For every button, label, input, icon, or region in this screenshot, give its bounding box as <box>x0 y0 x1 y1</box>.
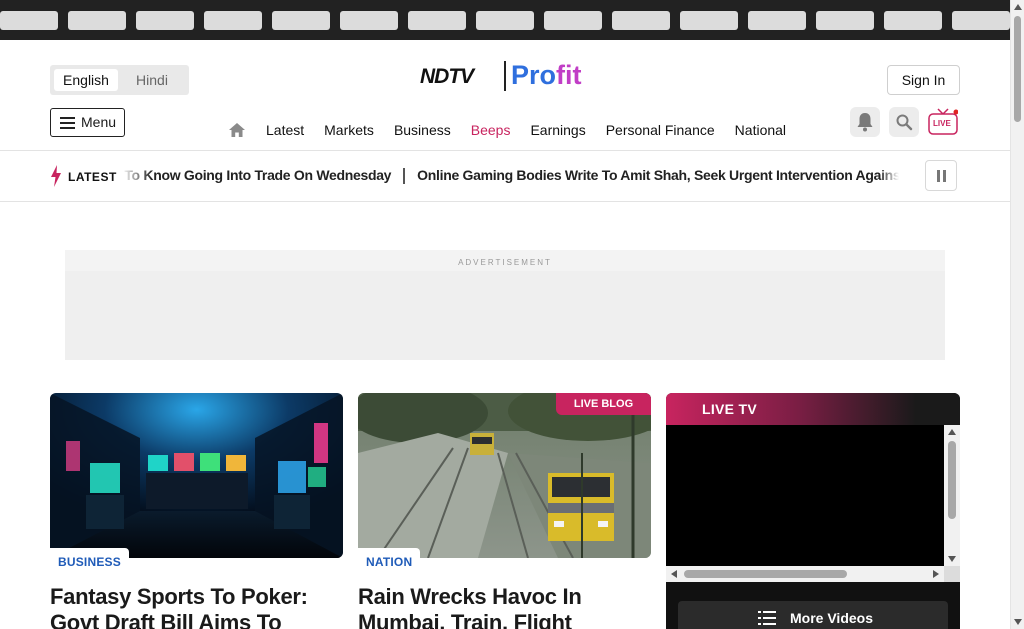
nav-item-personal-finance[interactable]: Personal Finance <box>606 122 715 138</box>
logo-ndtv-text: NDTV <box>420 65 474 88</box>
story-image-arcade[interactable] <box>50 393 343 558</box>
hamburger-icon <box>60 117 75 129</box>
top-quick-links-strip <box>0 0 1010 40</box>
scrollbar-thumb[interactable] <box>684 570 847 578</box>
live-tv-player[interactable] <box>666 425 944 566</box>
nav-item-national[interactable]: National <box>735 122 786 138</box>
live-badge-text: LIVE <box>933 119 951 128</box>
quick-link-placeholder[interactable] <box>0 11 58 30</box>
story-title[interactable]: Fantasy Sports To Poker: Govt Draft Bill… <box>50 584 343 629</box>
ticker-divider <box>0 201 1010 202</box>
scrollbar-thumb[interactable] <box>1014 16 1021 122</box>
live-tv-widget: LIVE TV More Videos <box>666 393 960 629</box>
story-image-flooded-railway[interactable]: LIVE BLOG <box>358 393 651 558</box>
quick-link-placeholder[interactable] <box>204 11 262 30</box>
logo-profit-part-b: fit <box>556 60 582 90</box>
advertisement-label: ADVERTISEMENT <box>458 258 552 267</box>
quick-link-placeholder[interactable] <box>272 11 330 30</box>
nav-item-earnings[interactable]: Earnings <box>530 122 585 138</box>
nav-item-markets[interactable]: Markets <box>324 122 374 138</box>
menu-label: Menu <box>81 114 117 130</box>
quick-link-placeholder[interactable] <box>544 11 602 30</box>
ticker-inner: ed To Know Going Into Trade On Wednesday… <box>122 167 899 185</box>
ticker-item[interactable]: Online Gaming Bodies Write To Amit Shah,… <box>417 167 899 183</box>
ticker-label: LATEST <box>68 170 117 184</box>
live-tv-title: LIVE TV <box>702 401 757 417</box>
sign-in-button[interactable]: Sign In <box>887 65 960 95</box>
more-videos-button[interactable]: More Videos <box>678 601 948 629</box>
ticker-fade-right <box>879 165 899 187</box>
logo-profit-text: Profit <box>511 60 582 91</box>
live-tv-button[interactable]: LIVE <box>928 108 959 135</box>
menu-button[interactable]: Menu <box>50 108 125 137</box>
page-scrollbar[interactable] <box>1010 0 1024 629</box>
scroll-down-icon[interactable] <box>1014 619 1022 625</box>
language-hindi-button[interactable]: Hindi <box>120 69 184 91</box>
scroll-up-icon[interactable] <box>948 429 956 435</box>
latest-news-ticker: LATEST ed To Know Going Into Trade On We… <box>0 151 1010 201</box>
quick-link-placeholder[interactable] <box>748 11 806 30</box>
quick-link-placeholder[interactable] <box>816 11 874 30</box>
logo-profit-part-a: Pro <box>511 60 557 90</box>
nav-item-latest[interactable]: Latest <box>266 122 304 138</box>
scroll-up-icon[interactable] <box>1014 4 1022 10</box>
scrollbar-corner <box>944 566 960 582</box>
scroll-down-icon[interactable] <box>948 556 956 562</box>
ticker-separator <box>403 168 406 185</box>
live-tv-header: LIVE TV <box>666 393 960 425</box>
nav-item-business[interactable]: Business <box>394 122 451 138</box>
live-blog-badge: LIVE BLOG <box>556 393 651 415</box>
lightning-icon <box>51 165 61 187</box>
main-nav: Latest Markets Business Beeps Earnings P… <box>228 118 806 142</box>
more-videos-label: More Videos <box>790 610 873 626</box>
story-card[interactable]: LIVE BLOG NATION Rain Wrecks Havoc In Mu… <box>358 393 651 629</box>
logo-divider <box>504 61 506 91</box>
quick-link-placeholder[interactable] <box>408 11 466 30</box>
scroll-left-icon[interactable] <box>671 570 677 578</box>
language-english-button[interactable]: English <box>54 69 118 91</box>
scrollbar-thumb[interactable] <box>948 441 956 519</box>
bell-icon <box>857 113 873 132</box>
quick-link-placeholder[interactable] <box>612 11 670 30</box>
quick-link-placeholder[interactable] <box>476 11 534 30</box>
player-vertical-scrollbar[interactable] <box>944 425 960 566</box>
home-icon[interactable] <box>228 121 246 139</box>
ticker-pause-button[interactable] <box>925 160 957 191</box>
language-toggle: English Hindi <box>50 65 189 95</box>
search-button[interactable] <box>889 107 919 137</box>
story-card[interactable]: BUSINESS Fantasy Sports To Poker: Govt D… <box>50 393 343 629</box>
player-horizontal-scrollbar[interactable] <box>666 566 944 582</box>
nav-item-beeps[interactable]: Beeps <box>471 122 511 138</box>
advertisement-slot: ADVERTISEMENT <box>65 250 945 360</box>
list-icon <box>758 611 776 625</box>
quick-link-placeholder[interactable] <box>136 11 194 30</box>
ticker-item[interactable]: ed To Know Going Into Trade On Wednesday <box>122 167 391 183</box>
advertisement-body[interactable] <box>65 271 945 360</box>
quick-link-placeholder[interactable] <box>340 11 398 30</box>
page: English Hindi NDTV Profit Sign In Menu L… <box>0 0 1024 629</box>
quick-link-placeholder[interactable] <box>884 11 942 30</box>
story-title[interactable]: Rain Wrecks Havoc In Mumbai, Train, Flig… <box>358 584 651 629</box>
scroll-right-icon[interactable] <box>933 570 939 578</box>
ndtv-profit-logo[interactable]: NDTV Profit <box>420 60 592 93</box>
quick-link-placeholder[interactable] <box>952 11 1010 30</box>
search-icon <box>896 114 913 131</box>
story-category[interactable]: BUSINESS <box>50 548 129 570</box>
ticker-track: ed To Know Going Into Trade On Wednesday… <box>122 165 899 187</box>
quick-link-placeholder[interactable] <box>68 11 126 30</box>
quick-link-placeholder[interactable] <box>680 11 738 30</box>
story-category[interactable]: NATION <box>358 548 421 570</box>
ticker-fade-left <box>122 165 152 187</box>
notifications-button[interactable] <box>850 107 880 137</box>
